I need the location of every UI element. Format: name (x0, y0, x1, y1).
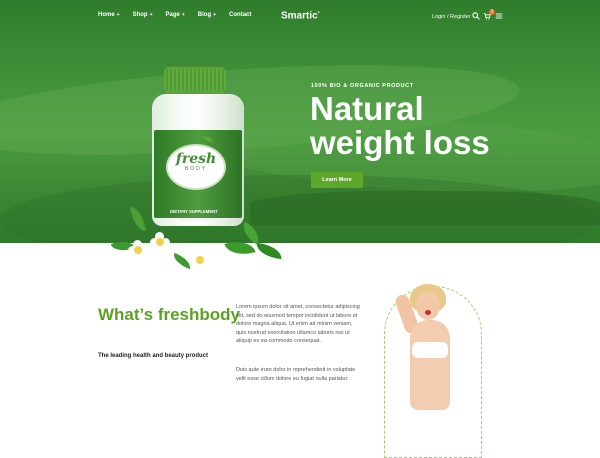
about-paragraph: Duis aute irure dolor in reprehenderit i… (236, 367, 356, 382)
nav-label: Home (98, 12, 115, 18)
nav-item-shop[interactable]: Shop + (133, 12, 153, 18)
flower-icon (128, 240, 148, 260)
about-paragraph: Lorem ipsum dolor sit amet, consectetur … (236, 304, 360, 345)
product-type: DIETARY SUPPLEMENT (170, 209, 218, 214)
nav-label: Shop (132, 12, 148, 18)
brand-name: fresh (175, 151, 217, 167)
cart-icon[interactable]: 0 (483, 9, 495, 22)
menu-icon[interactable] (495, 12, 503, 22)
site-logo[interactable]: Smartic• (281, 10, 319, 21)
nav-item-page[interactable]: Page + (166, 12, 185, 18)
nav-caret: + (181, 12, 185, 18)
about-subtitle: The leading health and beauty product (98, 353, 209, 359)
brand-badge: fresh BODY (166, 144, 226, 190)
product-bottle: fresh BODY DIETARY SUPPLEMENT 60 VEGAN C… (140, 66, 250, 251)
nav-caret: + (149, 12, 153, 18)
hero-banner: Home + Shop + Page + Blog + Contact Smartic•… (0, 0, 600, 243)
flower-icon (190, 250, 210, 270)
logo-mark: • (317, 10, 320, 16)
model-top (412, 342, 448, 358)
model-image (382, 280, 482, 458)
learn-more-button[interactable]: Learn More (311, 172, 363, 188)
login-register-link[interactable]: Login / Register (432, 14, 471, 20)
model-torso (410, 320, 450, 410)
search-icon[interactable] (472, 12, 480, 22)
nav-caret: + (116, 12, 120, 18)
about-title: What’s freshbody (98, 305, 240, 324)
bottle-lid (164, 66, 226, 96)
nav-label: Blog (197, 12, 212, 18)
model-head (416, 292, 440, 320)
logo-text: Smartic (281, 10, 318, 22)
nav-caret: + (213, 12, 217, 18)
nav-label: Contact (229, 12, 252, 18)
nav-item-home[interactable]: Home + (98, 12, 120, 18)
hero-title: Natural weight loss (310, 92, 530, 160)
main-nav: Home + Shop + Page + Blog + Contact (98, 12, 251, 18)
nav-label: Page (165, 12, 180, 18)
hero-title-line1: Natural (310, 90, 424, 127)
product-caps: 60 VEGAN CAPSULES (180, 218, 212, 222)
nav-item-contact[interactable]: Contact (229, 12, 251, 18)
model-mouth (425, 310, 431, 315)
hero-eyebrow: 100% BIO & ORGANIC PRODUCT (311, 83, 414, 89)
hero-trees (250, 191, 600, 225)
nav-item-blog[interactable]: Blog + (198, 12, 216, 18)
leaf-icon (255, 242, 283, 260)
flower-icon (150, 232, 170, 252)
hero-title-line2: weight loss (310, 124, 490, 161)
